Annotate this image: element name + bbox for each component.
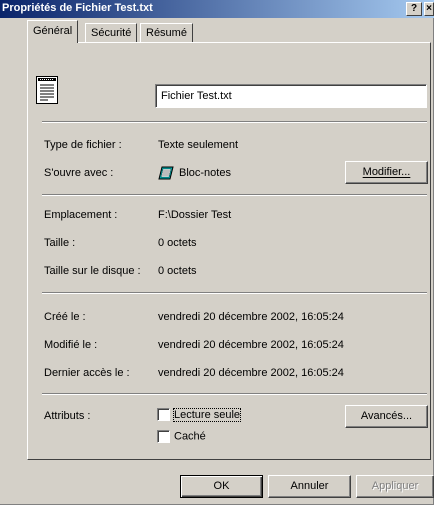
separator [42, 292, 427, 294]
tab-general[interactable]: Général [27, 20, 79, 43]
readonly-checkbox-label[interactable]: Lecture seule [172, 407, 242, 422]
tab-summary[interactable]: Résumé [140, 23, 193, 43]
title-bar[interactable]: Propriétés de Fichier Test.txt ? × [0, 0, 434, 18]
accessed-label: Dernier accès le : [44, 367, 130, 379]
modified-label: Modifié le : [44, 339, 98, 351]
disk-size-label: Taille sur le disque : [44, 265, 141, 277]
file-name-field[interactable]: Fichier Test.txt [155, 84, 427, 108]
readonly-checkbox[interactable] [157, 408, 170, 421]
tab-security-label: Sécurité [91, 27, 132, 39]
notepad-icon [158, 166, 174, 180]
modified-value: vendredi 20 décembre 2002, 16:05:24 [158, 339, 344, 351]
size-value: 0 octets [158, 237, 197, 249]
apply-button[interactable]: Appliquer [356, 475, 434, 498]
location-label: Emplacement : [44, 209, 118, 221]
created-label: Créé le : [44, 311, 86, 323]
size-label: Taille : [44, 237, 76, 249]
advanced-button[interactable]: Avancés... [345, 405, 428, 428]
cancel-button-label: Annuler [290, 480, 329, 492]
properties-dialog: Propriétés de Fichier Test.txt ? × Génér… [0, 0, 434, 505]
window-title: Propriétés de Fichier Test.txt [2, 2, 153, 14]
ok-button[interactable]: OK [180, 475, 263, 498]
close-button[interactable]: × [424, 2, 434, 16]
modify-button-label: Modifier... [362, 166, 411, 178]
separator [42, 194, 427, 196]
text-file-icon [36, 76, 58, 104]
tab-summary-label: Résumé [146, 27, 187, 39]
created-value: vendredi 20 décembre 2002, 16:05:24 [158, 311, 344, 323]
location-value: F:\Dossier Test [158, 209, 232, 221]
readonly-checkbox-row[interactable]: Lecture seule [157, 407, 242, 422]
hidden-checkbox[interactable] [157, 430, 170, 443]
cancel-button[interactable]: Annuler [268, 475, 351, 498]
accessed-value: vendredi 20 décembre 2002, 16:05:24 [158, 367, 344, 379]
separator [42, 393, 427, 395]
file-type-label: Type de fichier : [44, 139, 122, 151]
ok-button-label: OK [213, 480, 230, 492]
hidden-checkbox-label[interactable]: Caché [174, 431, 206, 443]
modify-button[interactable]: Modifier... [345, 161, 428, 184]
file-type-value: Texte seulement [158, 139, 239, 151]
opens-with-label: S'ouvre avec : [44, 167, 114, 179]
advanced-button-label: Avancés... [360, 410, 413, 422]
tab-security[interactable]: Sécurité [85, 23, 138, 43]
separator [42, 121, 427, 123]
attributes-label: Attributs : [44, 410, 91, 422]
hidden-checkbox-row[interactable]: Caché [157, 430, 206, 443]
disk-size-value: 0 octets [158, 265, 197, 277]
opens-with-value: Bloc-notes [179, 167, 231, 179]
tab-general-label: Général [33, 25, 73, 37]
apply-button-label: Appliquer [371, 480, 419, 492]
help-button[interactable]: ? [406, 2, 422, 16]
